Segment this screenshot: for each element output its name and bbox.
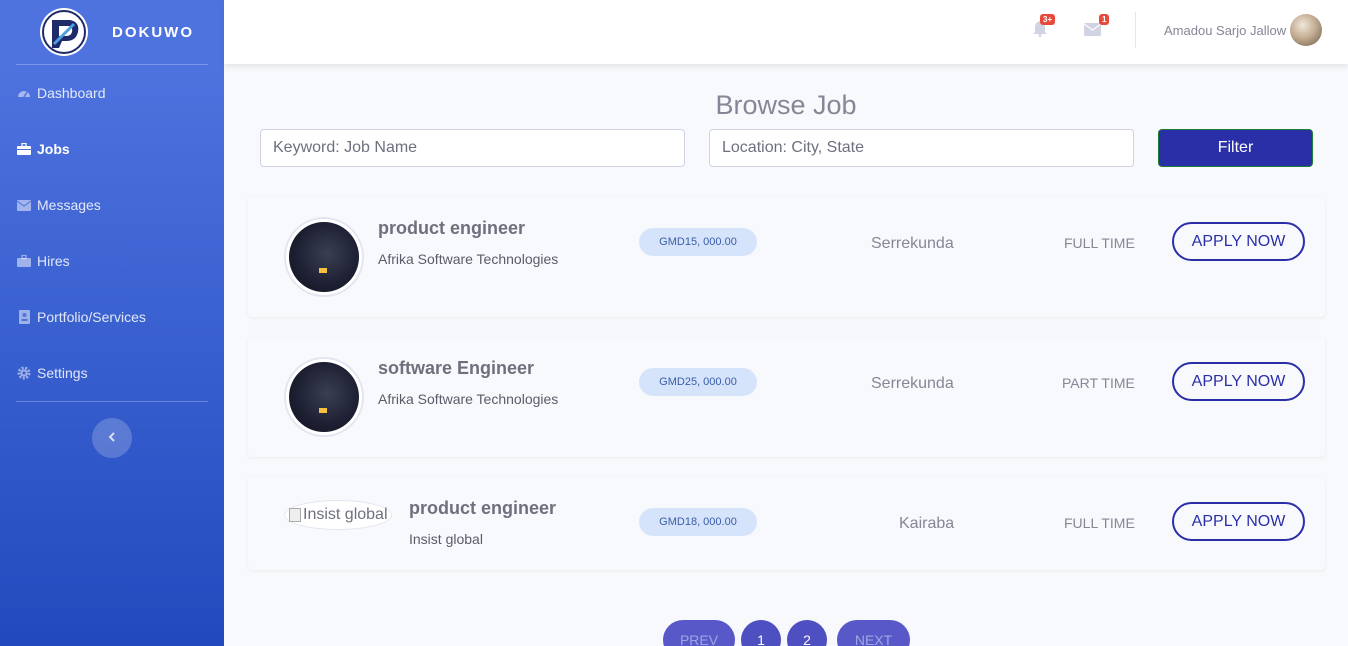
toolbox-icon <box>17 254 31 268</box>
sidebar-item-portfolio[interactable]: Portfolio/Services <box>0 289 224 345</box>
envelope-icon <box>1083 23 1102 40</box>
salary-badge: GMD15, 000.00 <box>639 228 757 256</box>
apply-now-button[interactable]: APPLY NOW <box>1172 222 1305 261</box>
keyword-search-input[interactable] <box>260 129 685 167</box>
chevron-left-icon <box>108 429 116 447</box>
sidebar-item-label: Jobs <box>37 141 70 157</box>
job-location: Kairaba <box>899 515 955 532</box>
filter-button[interactable]: Filter <box>1158 129 1313 167</box>
messages-badge: 1 <box>1099 14 1110 25</box>
sidebar-item-messages[interactable]: Messages <box>0 177 224 233</box>
job-title[interactable]: product engineer <box>378 218 525 239</box>
apply-now-button[interactable]: APPLY NOW <box>1172 502 1305 541</box>
user-name[interactable]: Amadou Sarjo Jallow <box>1164 23 1286 38</box>
company-logo <box>284 217 364 297</box>
briefcase-icon <box>17 142 31 156</box>
company-logo-broken-image: Insist global <box>284 500 392 530</box>
pagination-page-1[interactable]: 1 <box>741 620 781 646</box>
location-search-input[interactable] <box>709 129 1134 167</box>
sidebar-item-label: Portfolio/Services <box>37 309 146 325</box>
brand[interactable]: DOKUWO <box>0 0 224 64</box>
job-location: Serrekunda <box>871 375 954 392</box>
pagination-page-2[interactable]: 2 <box>787 620 827 646</box>
apply-now-button[interactable]: APPLY NOW <box>1172 362 1305 401</box>
gear-icon <box>17 366 31 380</box>
job-location: Serrekunda <box>871 235 954 252</box>
job-type: PART TIME <box>1062 375 1135 391</box>
bell-icon <box>1032 21 1048 41</box>
topbar: 3+ 1 Amadou Sarjo Jallow <box>224 0 1348 64</box>
page-title: Browse Job <box>715 90 857 120</box>
image-alt-text: Insist global <box>303 506 388 523</box>
sidebar-divider <box>16 401 208 402</box>
pagination-prev-button[interactable]: PREV <box>663 620 735 646</box>
job-card: product engineer Afrika Software Technol… <box>248 197 1325 317</box>
sidebar-item-label: Messages <box>37 197 101 213</box>
salary-badge: GMD18, 000.00 <box>639 508 757 536</box>
alerts-button[interactable]: 3+ <box>1032 14 1056 42</box>
job-type: FULL TIME <box>1064 235 1135 251</box>
brand-name: DOKUWO <box>112 23 194 41</box>
job-title[interactable]: product engineer <box>409 498 556 519</box>
company-name: Afrika Software Technologies <box>378 391 559 407</box>
job-title[interactable]: software Engineer <box>378 358 534 379</box>
salary-badge: GMD25, 000.00 <box>639 368 757 396</box>
job-card: software Engineer Afrika Software Techno… <box>248 337 1325 457</box>
sidebar-toggle-button[interactable] <box>92 418 132 458</box>
sidebar-item-label: Hires <box>37 253 70 269</box>
broken-image-icon <box>289 508 301 522</box>
job-type: FULL TIME <box>1064 515 1135 531</box>
alerts-badge: 3+ <box>1040 14 1056 25</box>
pagination-next-button[interactable]: NEXT <box>837 620 910 646</box>
sidebar-item-settings[interactable]: Settings <box>0 345 224 401</box>
company-name: Afrika Software Technologies <box>378 251 559 267</box>
company-name: Insist global <box>409 531 483 547</box>
topbar-divider <box>1135 12 1136 48</box>
sidebar-item-hires[interactable]: Hires <box>0 233 224 289</box>
avatar[interactable] <box>1290 14 1322 46</box>
envelope-icon <box>17 198 31 212</box>
company-logo <box>284 357 364 437</box>
job-card: Insist global product engineer Insist gl… <box>248 477 1325 570</box>
messages-button[interactable]: 1 <box>1083 14 1110 41</box>
id-badge-icon <box>17 310 31 324</box>
dokuwo-logo-icon <box>40 8 88 56</box>
sidebar-item-label: Settings <box>37 365 88 381</box>
sidebar-item-jobs[interactable]: Jobs <box>0 121 224 177</box>
